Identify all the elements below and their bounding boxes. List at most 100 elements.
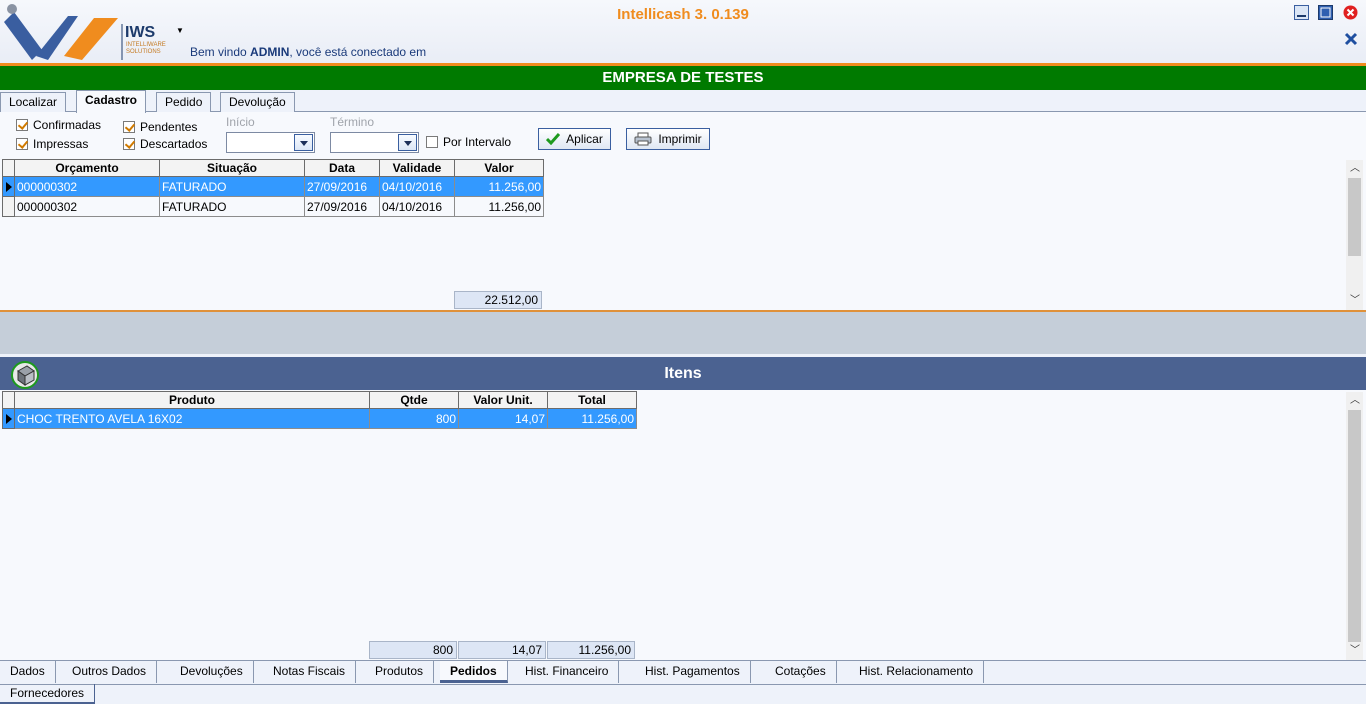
inicio-dropdown-icon[interactable] <box>294 134 313 151</box>
impressas-label: Impressas <box>33 137 89 151</box>
tab-fornecedores[interactable]: Fornecedores <box>0 684 96 704</box>
itens-header: Itens <box>0 357 1366 390</box>
pendentes-checkbox[interactable]: Pendentes <box>123 120 197 134</box>
table-row[interactable]: CHOC TRENTO AVELA 16X02 800 14,07 11.256… <box>2 408 637 429</box>
pendentes-check-icon[interactable] <box>123 121 135 133</box>
confirmadas-check-icon[interactable] <box>16 119 28 131</box>
col-valor[interactable]: Valor <box>454 159 544 177</box>
por-intervalo-checkbox[interactable]: Por Intervalo <box>426 135 511 149</box>
welcome-message: Bem vindo ADMIN, você está conectado em <box>190 45 427 59</box>
col-orcamento[interactable]: Orçamento <box>14 159 160 177</box>
col-total[interactable]: Total <box>547 391 637 409</box>
orcamentos-total-valor: 22.512,00 <box>454 291 542 309</box>
confirmadas-checkbox[interactable]: Confirmadas <box>16 118 101 132</box>
cell-situacao[interactable]: FATURADO <box>159 176 305 197</box>
cell-data[interactable]: 27/09/2016 <box>304 176 380 197</box>
logo-subtext: INTELLIWARE SOLUTIONS <box>126 42 166 55</box>
cell-orcamento[interactable]: 000000302 <box>14 196 160 217</box>
itens-scrollbar[interactable]: ︿ ﹀ <box>1346 392 1363 660</box>
items-box-icon <box>11 361 39 389</box>
col-valor-unit[interactable]: Valor Unit. <box>458 391 548 409</box>
impressas-checkbox[interactable]: Impressas <box>16 137 88 151</box>
user-name: ADMIN <box>250 45 290 59</box>
tab-cotacoes[interactable]: Cotações <box>765 661 837 683</box>
scroll-up-icon[interactable]: ︿ <box>1350 164 1360 174</box>
col-validade[interactable]: Validade <box>379 159 455 177</box>
cell-qtde[interactable]: 800 <box>369 408 459 429</box>
itens-total-qtde: 800 <box>369 641 457 659</box>
tab-notas-fiscais[interactable]: Notas Fiscais <box>263 661 357 683</box>
inicio-date-select[interactable] <box>226 132 315 153</box>
col-produto[interactable]: Produto <box>14 391 370 409</box>
app-title: Intellicash 3. 0.139 <box>617 6 749 23</box>
tab-outros-dados[interactable]: Outros Dados <box>62 661 158 683</box>
logo-text: IWS <box>125 24 156 41</box>
cell-situacao[interactable]: FATURADO <box>159 196 305 217</box>
col-data[interactable]: Data <box>304 159 380 177</box>
row-indicator-header <box>2 159 15 177</box>
descartados-checkbox[interactable]: Descartados <box>123 137 207 151</box>
minimize-icon[interactable] <box>1294 5 1309 20</box>
cell-valor-unit[interactable]: 14,07 <box>458 408 548 429</box>
col-qtde[interactable]: Qtde <box>369 391 459 409</box>
checkmark-icon <box>546 133 561 145</box>
filter-panel: Confirmadas Impressas Pendentes Descarta… <box>0 112 1366 158</box>
tab-pedido[interactable]: Pedido <box>156 92 212 112</box>
descartados-label: Descartados <box>140 137 208 151</box>
tab-hist-relacionamento[interactable]: Hist. Relacionamento <box>849 661 985 683</box>
orcamentos-table: Orçamento Situação Data Validade Valor 0… <box>2 159 544 217</box>
itens-table: Produto Qtde Valor Unit. Total CHOC TREN… <box>2 391 637 429</box>
inicio-label: Início <box>226 115 255 129</box>
cell-valor[interactable]: 11.256,00 <box>454 176 544 197</box>
top-tabs: Localizar Cadastro Pedido Devolução <box>0 90 1366 113</box>
maximize-icon[interactable] <box>1318 5 1333 20</box>
tab-dados[interactable]: Dados <box>0 661 56 683</box>
por-intervalo-label: Por Intervalo <box>443 135 512 149</box>
tab-cadastro[interactable]: Cadastro <box>76 90 147 113</box>
scroll-up-icon[interactable]: ︿ <box>1350 396 1360 406</box>
cell-data[interactable]: 27/09/2016 <box>304 196 380 217</box>
tab-localizar[interactable]: Localizar <box>0 92 67 112</box>
tab-devolucoes[interactable]: Devoluções <box>170 661 254 683</box>
col-situacao[interactable]: Situação <box>159 159 305 177</box>
orcamentos-grid: Orçamento Situação Data Validade Valor 0… <box>0 158 1366 310</box>
app-header: IWS INTELLIWARE SOLUTIONS ▼ Bem vindo AD… <box>0 0 1366 63</box>
logo-dropdown-icon[interactable]: ▼ <box>176 26 184 35</box>
termino-dropdown-icon[interactable] <box>398 134 417 151</box>
cell-produto[interactable]: CHOC TRENTO AVELA 16X02 <box>14 408 370 429</box>
impressas-check-icon[interactable] <box>16 138 28 150</box>
tab-produtos[interactable]: Produtos <box>365 661 435 683</box>
table-row[interactable]: 000000302 FATURADO 27/09/2016 04/10/2016… <box>2 196 544 217</box>
imprimir-button[interactable]: Imprimir <box>626 128 710 150</box>
cell-validade[interactable]: 04/10/2016 <box>379 196 455 217</box>
aplicar-button[interactable]: Aplicar <box>538 128 611 150</box>
itens-total-valor-unit: 14,07 <box>458 641 546 659</box>
orcamentos-scrollbar[interactable]: ︿ ﹀ <box>1346 160 1363 310</box>
row-pointer-icon <box>2 408 15 429</box>
company-name-bar: EMPRESA DE TESTES <box>0 66 1366 90</box>
tab-pedidos[interactable]: Pedidos <box>440 661 508 683</box>
scroll-thumb[interactable] <box>1348 410 1361 642</box>
tab-devolucao[interactable]: Devolução <box>220 92 295 112</box>
termino-date-select[interactable] <box>330 132 419 153</box>
printer-icon <box>634 132 652 146</box>
cell-orcamento[interactable]: 000000302 <box>14 176 160 197</box>
por-intervalo-box[interactable] <box>426 136 438 148</box>
cell-validade[interactable]: 04/10/2016 <box>379 176 455 197</box>
pendentes-label: Pendentes <box>140 120 198 134</box>
close-x-icon[interactable] <box>1343 31 1359 47</box>
cell-total[interactable]: 11.256,00 <box>547 408 637 429</box>
itens-grid: Produto Qtde Valor Unit. Total CHOC TREN… <box>0 390 1366 660</box>
scroll-thumb[interactable] <box>1348 178 1361 256</box>
close-icon[interactable] <box>1343 5 1358 20</box>
cell-valor[interactable]: 11.256,00 <box>454 196 544 217</box>
table-row[interactable]: 000000302 FATURADO 27/09/2016 04/10/2016… <box>2 176 544 197</box>
confirmadas-label: Confirmadas <box>33 118 102 132</box>
tab-hist-financeiro[interactable]: Hist. Financeiro <box>515 661 620 683</box>
scroll-down-icon[interactable]: ﹀ <box>1350 296 1360 306</box>
descartados-check-icon[interactable] <box>123 138 135 150</box>
scroll-down-icon[interactable]: ﹀ <box>1350 646 1360 656</box>
splitter-panel[interactable] <box>0 310 1366 354</box>
tab-hist-pagamentos[interactable]: Hist. Pagamentos <box>635 661 751 683</box>
termino-label: Término <box>330 115 375 129</box>
